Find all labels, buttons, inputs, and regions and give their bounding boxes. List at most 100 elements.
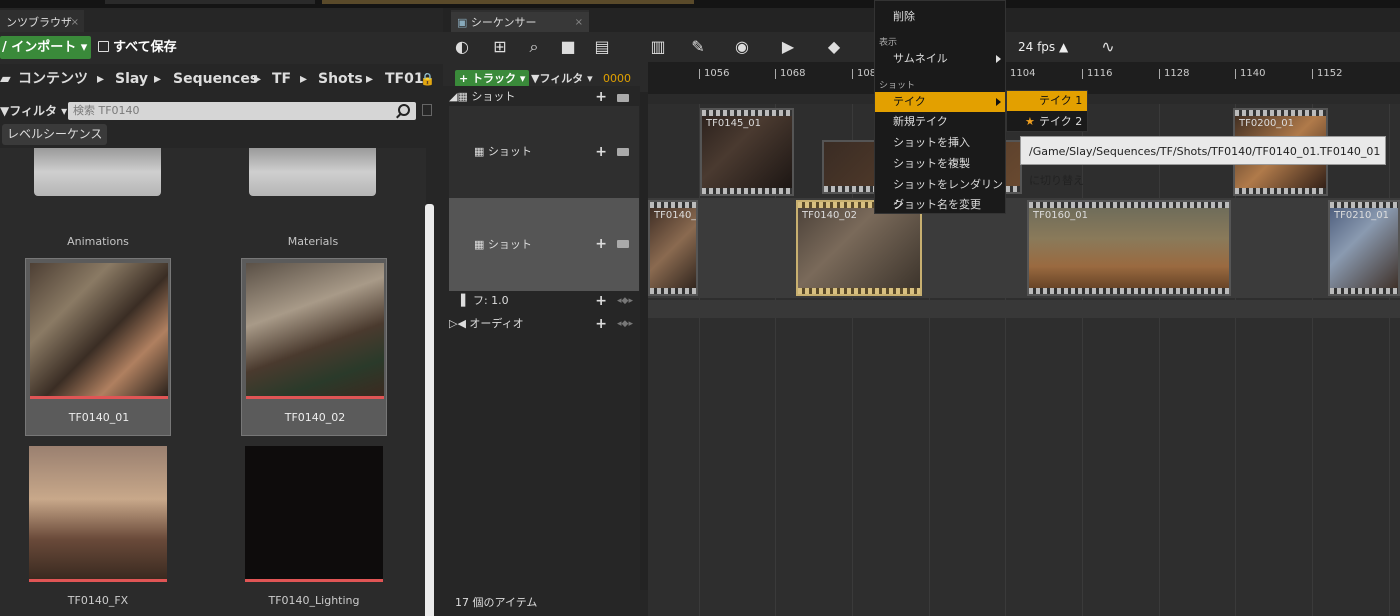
curve-icon[interactable]: ∿ — [1099, 38, 1117, 56]
asset-type-bar — [29, 579, 167, 582]
scrollbar[interactable] — [425, 204, 434, 616]
asset-tile[interactable]: TF0140_01 — [25, 258, 171, 436]
save-all-label: すべて保存 — [113, 40, 177, 55]
lock-icon[interactable]: 🔒 — [420, 68, 435, 90]
asset-thumbnail — [246, 263, 384, 396]
breadcrumb-item[interactable]: Sequences — [173, 68, 258, 90]
world-icon[interactable]: ◐ — [453, 38, 471, 56]
import-button[interactable]: / インポート ▾ — [0, 36, 91, 59]
menu-label: サムネイル — [893, 52, 948, 65]
submenu-arrow-icon — [996, 55, 1001, 63]
shot-clip[interactable]: TF0145_01 — [700, 108, 794, 196]
folder-label: Materials — [287, 235, 339, 248]
track-label: フ: 1.0 — [472, 294, 509, 307]
asset-tile[interactable]: TF0140_Lighting — [241, 442, 387, 616]
sequencer-tab[interactable]: ▣ シーケンサー × — [451, 10, 589, 32]
fps-selector[interactable]: 24 fps ▲ — [1018, 36, 1068, 58]
track-row[interactable]: ◢▦ ショット + — [449, 86, 639, 108]
asset-tile[interactable]: TF0140_02 — [241, 258, 387, 436]
folder-icon: ▰ — [0, 71, 11, 87]
search-input[interactable]: 検索 TF0140 — [68, 102, 416, 120]
asset-type-bar — [246, 396, 384, 399]
camera-icon[interactable]: ■ — [559, 38, 577, 56]
asset-label: TF0140_02 — [284, 411, 346, 424]
add-key-icon[interactable]: ⊞ — [491, 38, 509, 56]
menu-item-duplicate-shot[interactable]: ショットを複製 — [875, 154, 1005, 174]
track-row[interactable]: ▦ ショット + — [449, 198, 639, 291]
ruler-tick: 1068 — [774, 68, 806, 79]
save-all-button[interactable]: すべて保存 — [98, 36, 177, 59]
camera-icon[interactable] — [617, 148, 629, 156]
shot-clip[interactable]: TF0210_01 — [1328, 200, 1400, 296]
filter-label: フィルタ ▾ — [9, 104, 68, 118]
camera-icon[interactable] — [617, 240, 629, 248]
close-icon[interactable]: × — [575, 14, 583, 31]
clapper-icon[interactable]: ▤ — [593, 38, 611, 56]
menu-item-new-take[interactable]: 新規テイク — [875, 112, 1005, 132]
lane — [648, 300, 1400, 318]
filter-button[interactable]: ▼フィルタ ▾ — [0, 100, 67, 122]
menu-item-take-1[interactable]: テイク 1 — [1007, 91, 1087, 111]
menu-item-render-shot[interactable]: ショットをレンダリング — [875, 175, 1005, 211]
asset-type-bar — [245, 579, 383, 582]
breadcrumb-item[interactable]: TF — [272, 68, 291, 90]
menu-item-rename-shot[interactable]: ショット名を変更 — [875, 195, 1005, 215]
folder-thumbnail[interactable] — [249, 148, 376, 196]
track-label: ショット — [487, 238, 532, 251]
search-icon[interactable] — [398, 104, 410, 116]
menu-item-thumbnail[interactable]: サムネイル — [875, 49, 1005, 69]
asset-grid: Animations Materials TF0140_01 TF0140_02… — [0, 148, 426, 616]
ruler-tick: 1128 — [1158, 68, 1190, 79]
add-track-button[interactable]: + トラック ▾ — [455, 70, 530, 87]
item-count: 17 個のアイテム — [443, 590, 648, 616]
clip-label: TF0200_01 — [1239, 118, 1295, 129]
asset-type-bar — [30, 396, 168, 399]
track-row[interactable]: ▌ フ: 1.0 + ◂◆▸ — [449, 292, 639, 310]
breadcrumb-item[interactable]: Slay — [115, 68, 148, 90]
fps-label: 24 fps — [1018, 40, 1056, 54]
key-nav-icon[interactable]: ◂◆▸ — [617, 292, 633, 310]
asset-label: TF0140_Lighting — [268, 594, 360, 607]
menu-item-insert-shot[interactable]: ショットを挿入 — [875, 133, 1005, 153]
film-icon: ▦ — [474, 238, 488, 251]
asset-thumbnail — [30, 263, 168, 396]
content-browser-tab[interactable]: ンツブラウザ × — [0, 10, 84, 32]
filter-chip[interactable]: レベルシーケンス — [2, 124, 108, 145]
track-row[interactable]: ▦ ショット + — [449, 106, 639, 198]
camera-icon[interactable] — [617, 94, 629, 102]
render-icon[interactable]: ▥ — [649, 38, 667, 56]
close-icon[interactable]: × — [71, 14, 79, 31]
menu-item-take-2[interactable]: ★ テイク 2 — [1007, 112, 1087, 132]
breadcrumb-item[interactable]: TF01 — [385, 68, 424, 90]
shot-clip[interactable]: TF0160_01 — [1027, 200, 1231, 296]
breadcrumb-item[interactable]: コンテンツ — [18, 68, 88, 90]
tab-label: ンツブラウザ — [6, 16, 72, 29]
add-icon[interactable]: + — [595, 292, 607, 310]
save-search-icon[interactable] — [422, 104, 432, 116]
wrench-icon[interactable]: ✎ — [689, 38, 707, 56]
add-icon[interactable]: + — [595, 86, 607, 108]
clip-label: TF0145_01 — [706, 118, 762, 129]
breadcrumb-sep: ▸ — [97, 71, 105, 87]
menu-item-take[interactable]: テイク — [875, 92, 1005, 112]
frame-number[interactable]: 0000 — [603, 70, 631, 87]
eye-icon[interactable]: ◉ — [733, 38, 751, 56]
asset-tile[interactable]: TF0140_FX — [25, 442, 171, 616]
folder-thumbnail[interactable] — [34, 148, 161, 196]
breadcrumb-item[interactable]: Shots — [318, 68, 363, 90]
add-icon[interactable]: + — [595, 314, 607, 334]
key-icon[interactable]: ◆ — [825, 38, 843, 56]
ruler-tick: 1116 — [1081, 68, 1113, 79]
asset-label: TF0140_01 — [68, 411, 130, 424]
add-icon[interactable]: + — [595, 198, 607, 291]
breadcrumb-sep: ▸ — [300, 71, 308, 87]
menu-section-view: 表示 — [879, 38, 898, 48]
shot-clip[interactable]: TF0140_ — [648, 200, 698, 296]
search-icon[interactable]: ⌕ — [525, 38, 543, 56]
key-nav-icon[interactable]: ◂◆▸ — [617, 314, 633, 334]
menu-item-delete[interactable]: 削除 — [875, 7, 1005, 27]
play-icon[interactable]: ▶ — [779, 38, 797, 56]
add-icon[interactable]: + — [595, 106, 607, 198]
track-row[interactable]: ▷◀ オーディオ + ◂◆▸ — [449, 314, 639, 334]
filter-button[interactable]: ▼フィルタ ▾ — [531, 70, 593, 87]
